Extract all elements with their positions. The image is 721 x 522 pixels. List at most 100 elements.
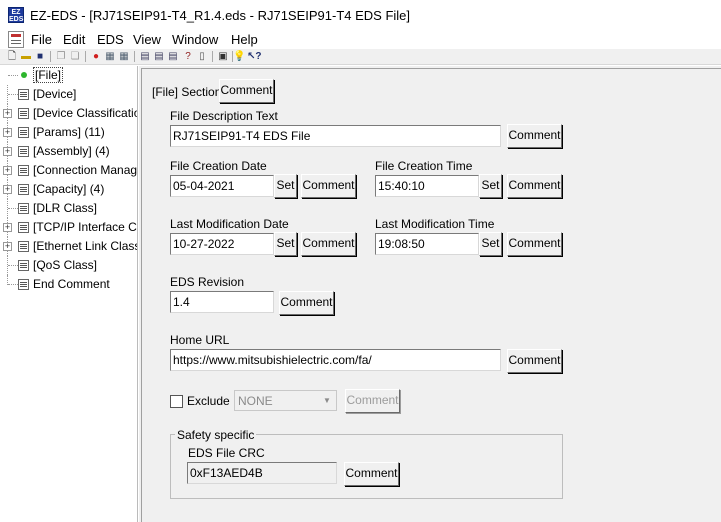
tree-item-label: [Device] bbox=[33, 87, 77, 101]
tool3-icon[interactable]: ▤ bbox=[167, 50, 179, 63]
creation-date-input[interactable]: 05-04-2021 bbox=[170, 175, 274, 197]
eds-file-crc-label: EDS File CRC bbox=[188, 446, 265, 460]
open-icon[interactable]: ▬ bbox=[20, 50, 32, 63]
tree-item-device-classification[interactable]: + [Device Classification] bbox=[0, 104, 137, 123]
tree-item-tcpip-interface-class[interactable]: + [TCP/IP Interface Class] bbox=[0, 218, 137, 237]
expand-plus-icon[interactable]: + bbox=[3, 109, 12, 118]
menu-eds[interactable]: EDS bbox=[97, 32, 124, 47]
tree-item-qos-class[interactable]: [QoS Class] bbox=[0, 256, 137, 275]
toolbar-separator bbox=[212, 51, 213, 62]
copy-icon[interactable]: ❐ bbox=[55, 50, 67, 63]
modification-date-input[interactable]: 10-27-2022 bbox=[170, 233, 274, 255]
creation-date-set-button[interactable]: Set bbox=[274, 174, 297, 198]
menu-view[interactable]: View bbox=[133, 32, 161, 47]
modification-time-input[interactable]: 19:08:50 bbox=[375, 233, 479, 255]
expand-plus-icon[interactable]: + bbox=[3, 242, 12, 251]
tree-item-label: [File] bbox=[33, 67, 64, 83]
tree-item-assembly[interactable]: + [Assembly] (4) bbox=[0, 142, 137, 161]
file-section-form: [File] Section Comment File Description … bbox=[139, 66, 721, 522]
tool2-icon[interactable]: ▤ bbox=[153, 50, 165, 63]
hint-icon[interactable]: 💡 bbox=[233, 50, 245, 63]
modification-time-set-button[interactable]: Set bbox=[479, 232, 502, 256]
tree-connector bbox=[8, 75, 18, 76]
safety-specific-title: Safety specific bbox=[175, 428, 257, 442]
tree-item-ethernet-link-class[interactable]: + [Ethernet Link Class] bbox=[0, 237, 137, 256]
section-dot-icon bbox=[21, 72, 27, 78]
eds-file-crc-comment-button[interactable]: Comment bbox=[344, 462, 399, 486]
exclude-comment-button[interactable]: Comment bbox=[345, 389, 400, 413]
eds-revision-comment-button[interactable]: Comment bbox=[279, 291, 334, 315]
section-list-icon bbox=[18, 203, 29, 214]
tree-item-label: [Params] (11) bbox=[33, 125, 105, 139]
export-icon[interactable]: ▦ bbox=[118, 50, 130, 63]
tree-item-params[interactable]: + [Params] (11) bbox=[0, 123, 137, 142]
help-book-icon[interactable]: ? bbox=[182, 50, 194, 63]
tree-item-end-comment[interactable]: End Comment bbox=[0, 275, 137, 294]
tree-item-connection-manager[interactable]: + [Connection Manager] bbox=[0, 161, 137, 180]
document-icon[interactable]: ▯ bbox=[196, 50, 208, 63]
modification-date-label: Last Modification Date bbox=[170, 217, 289, 231]
menu-file[interactable]: File bbox=[31, 32, 52, 47]
creation-time-comment-button[interactable]: Comment bbox=[507, 174, 562, 198]
window-title: EZ-EDS - [RJ71SEIP91-T4_R1.4.eds - RJ71S… bbox=[30, 8, 411, 23]
expand-plus-icon[interactable]: + bbox=[3, 223, 12, 232]
tree-connector bbox=[8, 284, 18, 285]
tree-item-capacity[interactable]: + [Capacity] (4) bbox=[0, 180, 137, 199]
tree-connector bbox=[8, 208, 18, 209]
modification-time-comment-button[interactable]: Comment bbox=[507, 232, 562, 256]
document-system-menu-icon[interactable] bbox=[8, 31, 24, 48]
menu-window[interactable]: Window bbox=[172, 32, 218, 47]
home-url-comment-button[interactable]: Comment bbox=[507, 349, 562, 373]
new-icon[interactable]: 🗋 bbox=[6, 50, 18, 63]
logo-bottom-text: EDS bbox=[9, 16, 24, 23]
eds-tree-panel: [File] [Device] + [Device Classification… bbox=[0, 66, 138, 522]
section-list-icon bbox=[18, 165, 29, 176]
file-description-comment-button[interactable]: Comment bbox=[507, 124, 562, 148]
modification-date-comment-button[interactable]: Comment bbox=[301, 232, 356, 256]
expand-plus-icon[interactable]: + bbox=[3, 147, 12, 156]
section-list-icon bbox=[18, 260, 29, 271]
file-description-input[interactable]: RJ71SEIP91-T4 EDS File bbox=[170, 125, 501, 147]
save-icon[interactable]: ■ bbox=[34, 50, 46, 63]
modification-time-label: Last Modification Time bbox=[375, 217, 495, 231]
creation-time-label: File Creation Time bbox=[375, 159, 473, 173]
creation-time-set-button[interactable]: Set bbox=[479, 174, 502, 198]
paste-icon[interactable]: ❏ bbox=[69, 50, 81, 63]
print-icon[interactable]: ▣ bbox=[217, 50, 229, 63]
tree-item-device[interactable]: [Device] bbox=[0, 85, 137, 104]
eds-file-crc-input: 0xF13AED4B bbox=[187, 462, 337, 484]
modification-date-set-button[interactable]: Set bbox=[274, 232, 297, 256]
tree-item-label: End Comment bbox=[33, 277, 110, 291]
section-list-icon bbox=[18, 241, 29, 252]
expand-plus-icon[interactable]: + bbox=[3, 128, 12, 137]
logo-top-text: EZ bbox=[11, 9, 21, 16]
toolbar-separator bbox=[85, 51, 86, 62]
stop-icon[interactable]: ● bbox=[90, 50, 102, 63]
tree-item-file[interactable]: [File] bbox=[0, 66, 137, 85]
home-url-label: Home URL bbox=[170, 333, 230, 347]
exclude-label: Exclude bbox=[187, 394, 230, 408]
section-comment-button[interactable]: Comment bbox=[219, 79, 274, 103]
tool1-icon[interactable]: ▤ bbox=[139, 50, 151, 63]
tree-item-dlr-class[interactable]: [DLR Class] bbox=[0, 199, 137, 218]
tree-item-label: [DLR Class] bbox=[33, 201, 98, 215]
tree-item-label: [TCP/IP Interface Class] bbox=[33, 220, 137, 234]
menu-help[interactable]: Help bbox=[231, 32, 258, 47]
expand-plus-icon[interactable]: + bbox=[3, 185, 12, 194]
home-url-input[interactable]: https://www.mitsubishielectric.com/fa/ bbox=[170, 349, 501, 371]
context-help-icon[interactable]: ↖? bbox=[247, 50, 262, 63]
section-list-icon bbox=[18, 279, 29, 290]
creation-date-comment-button[interactable]: Comment bbox=[301, 174, 356, 198]
tree-item-label: [Device Classification] bbox=[33, 106, 137, 120]
menu-edit[interactable]: Edit bbox=[63, 32, 85, 47]
tree-connector bbox=[8, 94, 18, 95]
expand-plus-icon[interactable]: + bbox=[3, 166, 12, 175]
eds-revision-input[interactable]: 1.4 bbox=[170, 291, 274, 313]
creation-time-input[interactable]: 15:40:10 bbox=[375, 175, 479, 197]
exclude-select[interactable]: NONE ▼ bbox=[234, 390, 337, 411]
section-list-icon bbox=[18, 222, 29, 233]
toolbar: 🗋 ▬ ■ ❐ ❏ ● ▦ ▦ ▤ ▤ ▤ ? ▯ ▣ 💡 ↖? bbox=[0, 49, 721, 65]
exclude-checkbox[interactable] bbox=[170, 395, 183, 408]
import-icon[interactable]: ▦ bbox=[104, 50, 116, 63]
section-list-icon bbox=[18, 146, 29, 157]
